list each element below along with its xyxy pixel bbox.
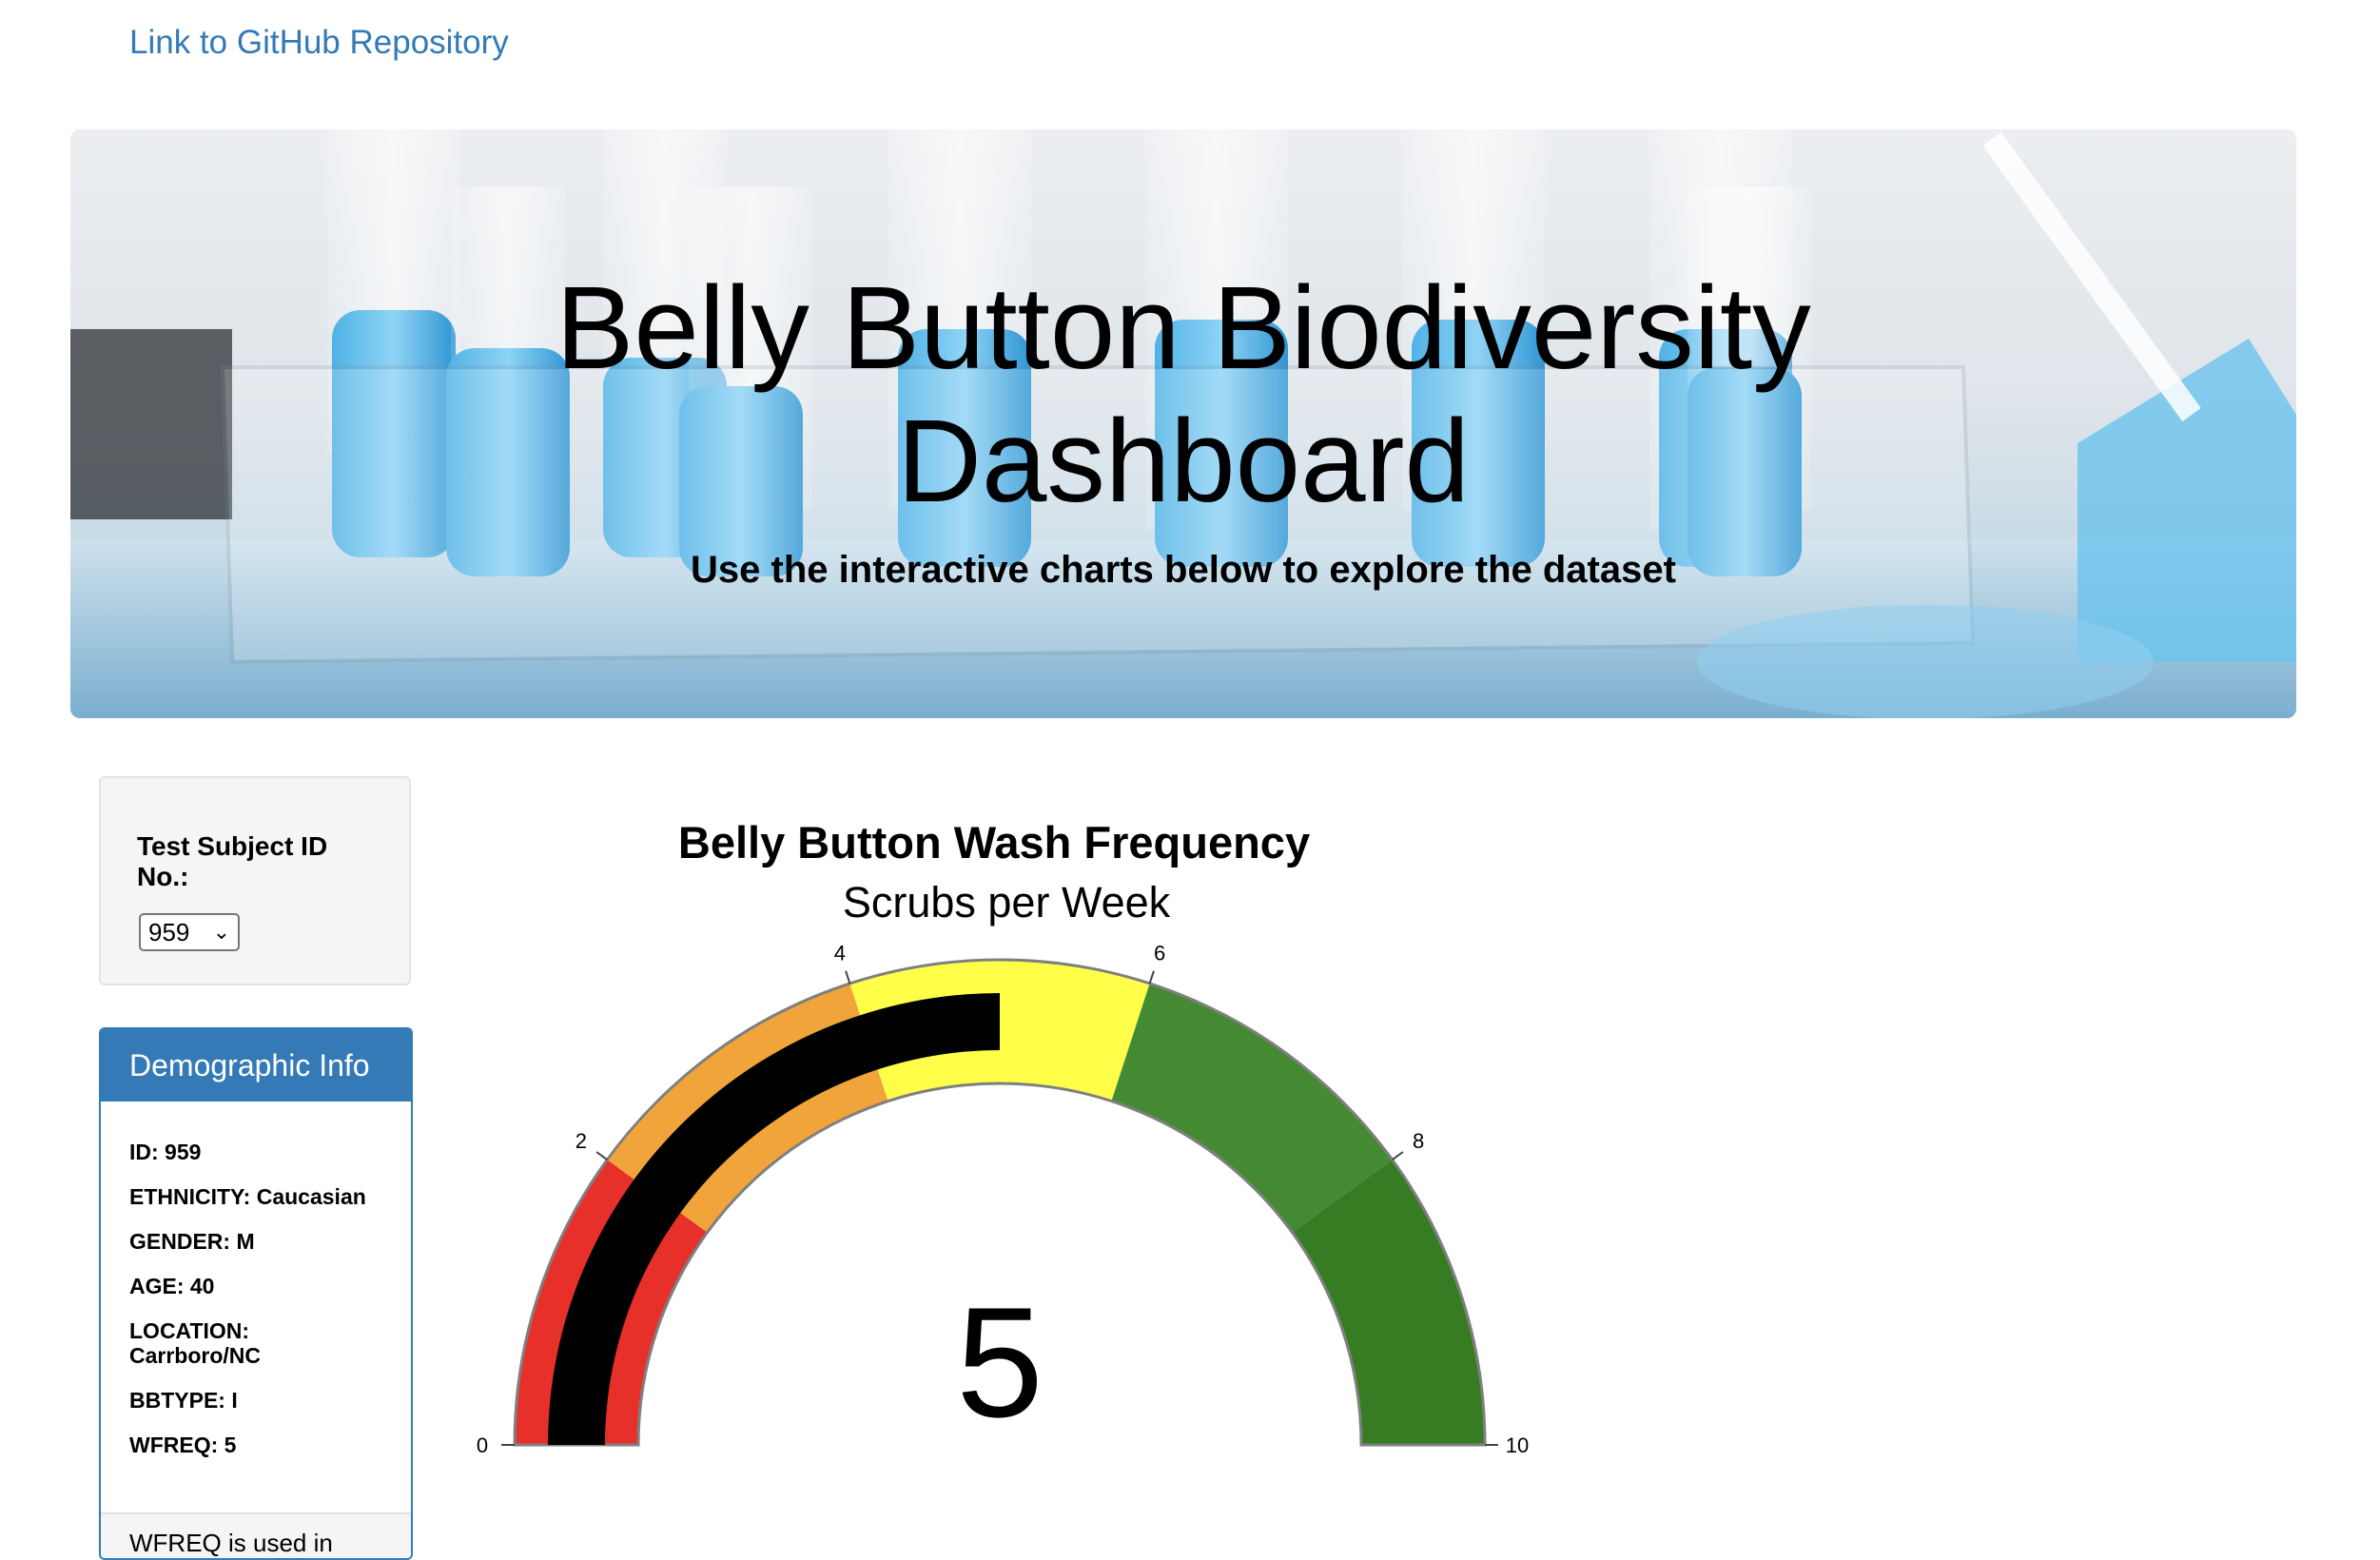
page-title-line2: Dashboard [897, 397, 1470, 527]
demographic-row: AGE: 40 [129, 1274, 215, 1298]
gauge-tick [595, 1151, 608, 1161]
subject-selector-well: Test Subject ID No.: 959 ⌄ [99, 776, 411, 985]
demographic-row: LOCATION: Carrboro/NC [129, 1318, 262, 1368]
page-title: Belly Button Biodiversity Dashboard [70, 263, 2296, 529]
demographic-row: ID: 959 [129, 1140, 202, 1164]
page-title-line1: Belly Button Biodiversity [556, 263, 1811, 394]
gauge-chart: Belly Button Wash Frequency Scrubs per We… [477, 817, 1529, 1457]
gauge-tick [845, 970, 851, 985]
demographic-row: GENDER: M [129, 1229, 255, 1254]
demographic-info-panel: Demographic Info ID: 959 ETHNICITY: Cauca… [99, 1027, 413, 1560]
gauge-tick [1392, 1151, 1404, 1161]
demographic-row: WFREQ: 5 [129, 1433, 237, 1457]
github-repo-link[interactable]: Link to GitHub Repository [129, 17, 509, 68]
wash-frequency-gauge: Belly Button Wash Frequency Scrubs per We… [466, 809, 1570, 1479]
gauge-tick [1148, 970, 1155, 985]
gauge-subtitle: Scrubs per Week [843, 878, 1171, 926]
gauge-tick-label: 6 [1154, 942, 1165, 965]
subject-id-select[interactable]: 959 ⌄ [139, 913, 240, 951]
demographic-row: BBTYPE: I [129, 1388, 238, 1413]
gauge-tick-label: 4 [834, 942, 846, 965]
gauge-tick-label: 8 [1413, 1129, 1424, 1153]
demographic-info-body: ID: 959 ETHNICITY: Caucasian GENDER: M AGE:… [101, 1102, 411, 1457]
jumbotron-banner: Belly Button Biodiversity Dashboard Use … [70, 129, 2296, 718]
gauge-tick-label: 0 [477, 1433, 488, 1457]
subject-id-label: Test Subject ID No.: [137, 831, 328, 891]
gauge-value-label: 5 [956, 1275, 1044, 1450]
demographic-info-footer: WFREQ is used in [101, 1512, 411, 1558]
subject-id-selected-value: 959 [148, 918, 190, 946]
chevron-down-icon: ⌄ [212, 920, 230, 944]
gauge-tick-label: 2 [575, 1129, 587, 1153]
gauge-tick-label: 10 [1506, 1433, 1529, 1457]
demographic-info-title: Demographic Info [101, 1029, 411, 1102]
demographic-row: ETHNICITY: Caucasian [129, 1184, 366, 1209]
gauge-title: Belly Button Wash Frequency [678, 817, 1310, 868]
page-subtitle: Use the interactive charts below to expl… [691, 549, 1676, 591]
